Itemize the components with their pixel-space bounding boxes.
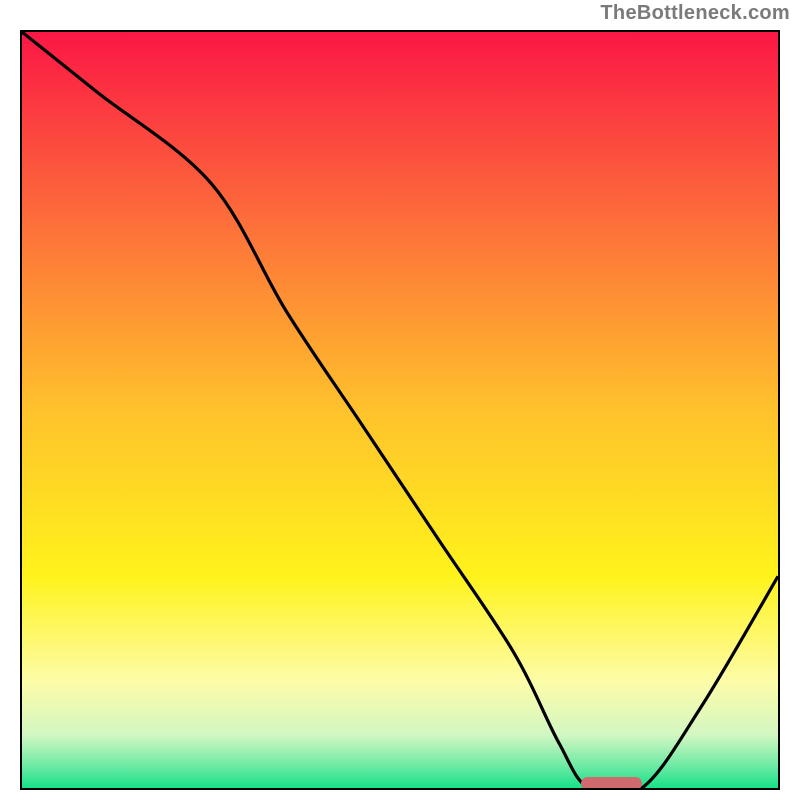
optimal-range-marker: [581, 777, 641, 790]
attribution-label: TheBottleneck.com: [600, 2, 790, 25]
chart-plot-area: [20, 30, 780, 790]
chart-background-gradient: [22, 32, 778, 788]
